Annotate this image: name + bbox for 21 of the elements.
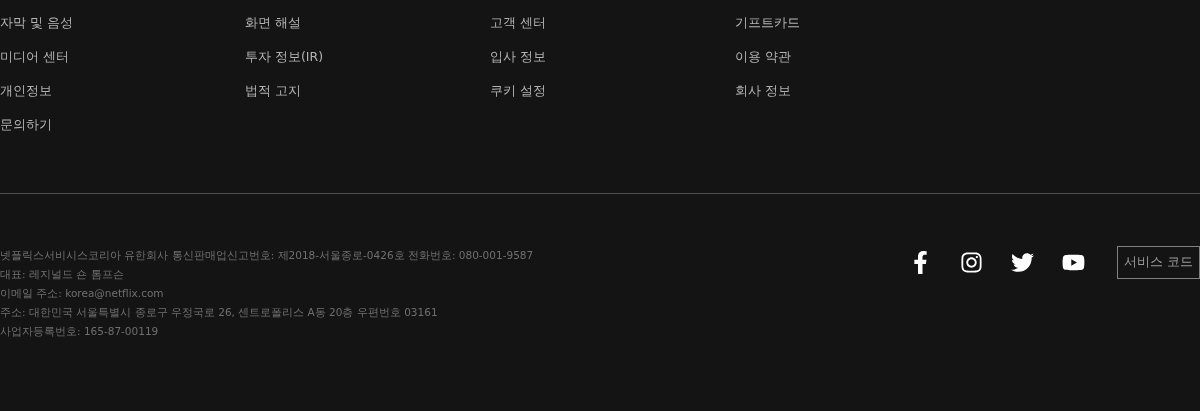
- footer-link[interactable]: 기프트카드: [735, 13, 800, 33]
- footer-link[interactable]: 개인정보: [0, 81, 52, 101]
- footer-link[interactable]: 화면 해설: [245, 13, 301, 33]
- company-info-text: 사업자등록번호: 165-87-00119: [0, 324, 160, 339]
- service-code-button[interactable]: 서비스 코드: [1117, 246, 1200, 279]
- footer-link[interactable]: 미디어 센터: [0, 47, 69, 67]
- footer-link[interactable]: 입사 정보: [490, 47, 546, 67]
- company-info-text: 이메일 주소: korea@netflix.com: [0, 286, 165, 301]
- company-info-text: 대표: 레지널드 숀 톰프슨: [0, 267, 125, 282]
- footer-link[interactable]: 이용 약관: [735, 47, 791, 67]
- company-info-text: 넷플릭스서비시스코리아 유한회사 통신판매업신고번호: 제2018-서울종로-0426호 전화번호: 080-001-9587: [0, 248, 534, 263]
- footer-link[interactable]: 자막 및 음성: [0, 13, 73, 33]
- footer-link[interactable]: 회사 정보: [735, 81, 791, 101]
- company-info-text: 주소: 대한민국 서울특별시 종로구 우정국로 26, 센트로폴리스 A동 20층 우편번호 03161: [0, 305, 439, 320]
- instagram-icon[interactable]: [960, 251, 983, 274]
- footer-link[interactable]: 고객 센터: [490, 13, 546, 33]
- footer-link[interactable]: 법적 고지: [245, 81, 301, 101]
- footer-link[interactable]: 투자 정보(IR): [245, 47, 324, 67]
- footer-link[interactable]: 쿠키 설정: [490, 81, 546, 101]
- twitter-icon[interactable]: [1011, 251, 1034, 274]
- footer-link[interactable]: 문의하기: [0, 115, 52, 135]
